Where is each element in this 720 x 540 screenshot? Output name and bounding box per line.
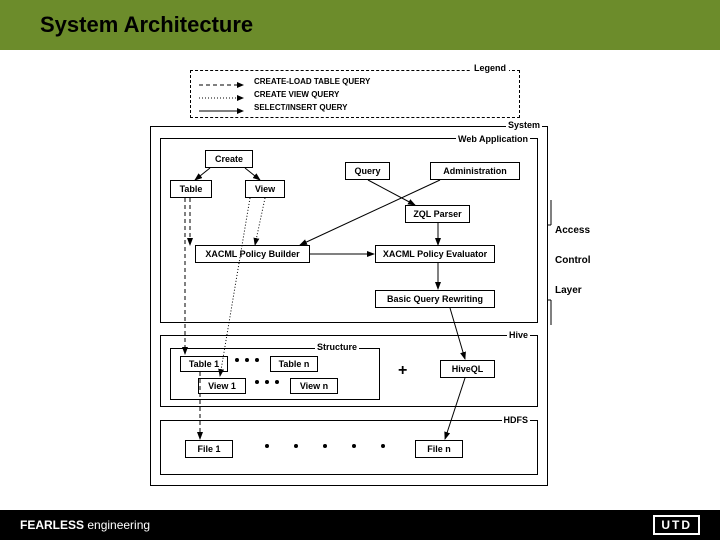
legend-title: Legend	[471, 63, 509, 73]
footer-text: FEARLESS engineering	[20, 518, 150, 532]
diagram: Legend CREATE-LOAD TABLE QUERY CREATE VI…	[150, 70, 590, 490]
hiveql-box: HiveQL	[440, 360, 495, 378]
admin-box: Administration	[430, 162, 520, 180]
footer-bar: FEARLESS engineering UTD	[0, 510, 720, 540]
footer-rest: engineering	[84, 518, 150, 532]
legend-row: CREATE VIEW QUERY	[199, 88, 511, 101]
webapp-label: Web Application	[456, 134, 530, 144]
table-box: Table	[170, 180, 212, 198]
legend-box: Legend CREATE-LOAD TABLE QUERY CREATE VI…	[190, 70, 520, 118]
file-dots	[265, 444, 385, 448]
legend-text-3: SELECT/INSERT QUERY	[254, 103, 348, 112]
legend-row: SELECT/INSERT QUERY	[199, 101, 511, 114]
header-bar: System Architecture	[0, 0, 720, 50]
zql-box: ZQL Parser	[405, 205, 470, 223]
view-box: View	[245, 180, 285, 198]
page-title: System Architecture	[40, 12, 253, 38]
table1-box: Table 1	[180, 356, 228, 372]
hive-label: Hive	[507, 330, 530, 340]
viewn-box: View n	[290, 378, 338, 394]
legend-row: CREATE-LOAD TABLE QUERY	[199, 75, 511, 88]
hdfs-label: HDFS	[502, 415, 531, 425]
table-dots	[235, 358, 259, 362]
plus-sign: +	[398, 362, 407, 380]
legend-line-solid	[199, 103, 244, 113]
query-box: Query	[345, 162, 390, 180]
system-label: System	[506, 120, 542, 130]
tablen-box: Table n	[270, 356, 318, 372]
utd-logo: UTD	[653, 515, 700, 535]
legend-text-2: CREATE VIEW QUERY	[254, 90, 339, 99]
footer-bold: FEARLESS	[20, 518, 84, 532]
view-dots	[255, 380, 279, 384]
view1-box: View 1	[198, 378, 246, 394]
layer-label: Layer	[555, 285, 582, 296]
legend-line-dashed	[199, 77, 244, 87]
file1-box: File 1	[185, 440, 233, 458]
rewriting-box: Basic Query Rewriting	[375, 290, 495, 308]
builder-box: XACML Policy Builder	[195, 245, 310, 263]
control-label: Control	[555, 255, 591, 266]
create-box: Create	[205, 150, 253, 168]
legend-line-dotted	[199, 90, 244, 100]
evaluator-box: XACML Policy Evaluator	[375, 245, 495, 263]
access-label: Access	[555, 225, 590, 236]
legend-text-1: CREATE-LOAD TABLE QUERY	[254, 77, 370, 86]
structure-label: Structure	[315, 342, 359, 352]
filen-box: File n	[415, 440, 463, 458]
